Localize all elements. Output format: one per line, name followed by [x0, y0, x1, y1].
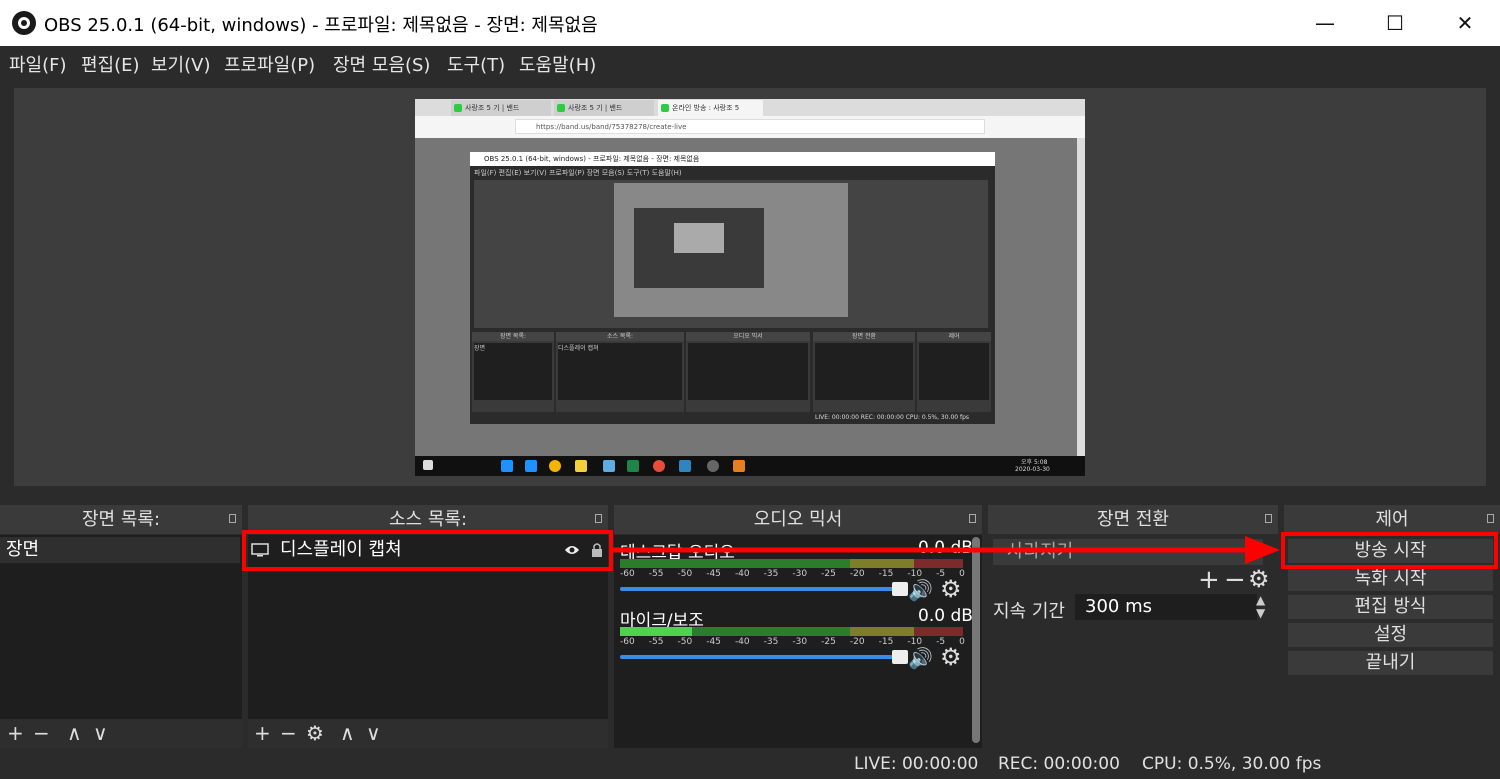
maximize-button[interactable]: ☐ — [1360, 0, 1430, 46]
remove-source-button[interactable]: − — [280, 721, 297, 745]
browser-scrollbar — [1077, 138, 1085, 456]
undock-icon[interactable] — [1265, 514, 1272, 523]
volume-slider-mic[interactable] — [620, 650, 908, 664]
settings-button[interactable]: 설정 — [1288, 623, 1493, 647]
menu-view[interactable]: 보기(V) — [151, 51, 210, 77]
windows-taskbar: 오후 5:08 2020-03-30 — [415, 456, 1085, 476]
highlight-box-start-streaming — [1281, 532, 1498, 569]
menu-scene-collection[interactable]: 장면 모음(S) — [333, 51, 430, 77]
undock-icon[interactable] — [595, 514, 602, 523]
mini-dock: 장면 전환 — [813, 332, 915, 412]
add-scene-button[interactable]: + — [7, 721, 24, 745]
start-recording-button[interactable]: 녹화 시작 — [1288, 567, 1493, 591]
nested-obs-window: OBS 25.0.1 (64-bit, windows) - 프로파일: 제목없… — [469, 151, 996, 425]
menu-edit[interactable]: 편집(E) — [81, 51, 140, 77]
browser-address-bar: https://band.us/band/75378278/create-liv… — [415, 116, 1085, 138]
window-title: OBS 25.0.1 (64-bit, windows) - 프로파일: 제목없… — [44, 15, 598, 36]
scene-item[interactable]: 장면 — [0, 537, 240, 563]
move-scene-up-button[interactable]: ∧ — [67, 721, 82, 745]
title-bar: OBS 25.0.1 (64-bit, windows) - 프로파일: 제목없… — [0, 0, 1500, 46]
annotation-arrow — [610, 536, 1280, 564]
duration-label: 지속 기간 — [993, 601, 1065, 622]
speaker-icon[interactable]: 🔊 — [908, 646, 933, 670]
browser-tab: 사랑조 5 기 | 밴드 — [554, 100, 654, 116]
mini-dock: 오디오 믹서 — [686, 332, 810, 412]
mixer-header: 오디오 믹서 — [753, 509, 843, 530]
menu-help[interactable]: 도움말(H) — [519, 51, 596, 77]
live-status: LIVE: 00:00:00 — [854, 754, 979, 774]
add-source-button[interactable]: + — [254, 721, 271, 745]
taskbar-time: 오후 5:08 — [1021, 459, 1048, 466]
scenes-list: 장면 — [0, 535, 242, 719]
move-source-down-button[interactable]: ∨ — [366, 721, 381, 745]
rec-status: REC: 00:00:00 — [998, 754, 1120, 774]
menu-file[interactable]: 파일(F) — [9, 51, 67, 77]
mini-dock: 소스 목록: 디스플레이 캡쳐 — [556, 332, 684, 412]
undock-icon[interactable] — [229, 514, 236, 523]
channel-db-mic: 0.0 dB — [918, 606, 973, 626]
exit-button[interactable]: 끝내기 — [1288, 651, 1493, 675]
duration-input[interactable]: 300 ms — [1075, 594, 1257, 620]
speaker-icon[interactable]: 🔊 — [908, 578, 933, 602]
obs-logo-icon — [12, 11, 36, 35]
browser-tab-active: 온라인 방송 : 사랑조 5 — [658, 100, 763, 116]
volume-slider-desktop[interactable] — [620, 582, 908, 596]
undock-icon[interactable] — [969, 514, 976, 523]
browser-tabstrip: 사랑조 5 기 | 밴드 사랑조 5 기 | 밴드 온라인 방송 : 사랑조 5 — [415, 99, 1085, 116]
undock-icon[interactable] — [1487, 514, 1494, 523]
preview-screen-capture: 사랑조 5 기 | 밴드 사랑조 5 기 | 밴드 온라인 방송 : 사랑조 5… — [415, 99, 1085, 476]
cpu-status: CPU: 0.5%, 30.00 fps — [1142, 754, 1322, 774]
scenes-header: 장면 목록: — [81, 509, 161, 530]
close-button[interactable]: ✕ — [1430, 0, 1500, 46]
sources-header: 소스 목록: — [388, 509, 468, 530]
highlight-box-source — [242, 530, 613, 571]
mini-status: LIVE: 00:00:00 REC: 00:00:00 CPU: 0.5%, … — [815, 414, 970, 421]
source-properties-gear-icon[interactable]: ⚙ — [306, 721, 324, 745]
transitions-header: 장면 전환 — [1097, 509, 1169, 530]
volume-meter-mic — [620, 627, 963, 636]
move-scene-down-button[interactable]: ∨ — [93, 721, 108, 745]
studio-mode-button[interactable]: 편집 방식 — [1288, 595, 1493, 619]
minimize-button[interactable]: — — [1290, 0, 1360, 46]
controls-header: 제어 — [1375, 509, 1409, 530]
audio-settings-gear-icon[interactable]: ⚙ — [940, 643, 962, 671]
menu-tools[interactable]: 도구(T) — [447, 51, 505, 77]
browser-tab: 사랑조 5 기 | 밴드 — [451, 100, 551, 116]
menu-bar: 파일(F) 편집(E) 보기(V) 프로파일(P) 장면 모음(S) 도구(T)… — [0, 46, 1500, 82]
scenes-dock: 장면 목록: 장면 + − ∧ ∨ — [0, 505, 242, 748]
mini-dock: 제어 — [917, 332, 991, 412]
mini-dock: 장면 목록: 장면 — [472, 332, 554, 412]
duration-stepper[interactable]: ▲ ▼ — [1256, 594, 1265, 620]
taskbar-date: 2020-03-30 — [1015, 466, 1050, 473]
move-source-up-button[interactable]: ∧ — [340, 721, 355, 745]
audio-settings-gear-icon[interactable]: ⚙ — [940, 575, 962, 603]
remove-scene-button[interactable]: − — [33, 721, 50, 745]
browser-url: https://band.us/band/75378278/create-liv… — [515, 119, 985, 134]
nested-preview — [474, 180, 988, 328]
menu-profile[interactable]: 프로파일(P) — [224, 51, 315, 77]
